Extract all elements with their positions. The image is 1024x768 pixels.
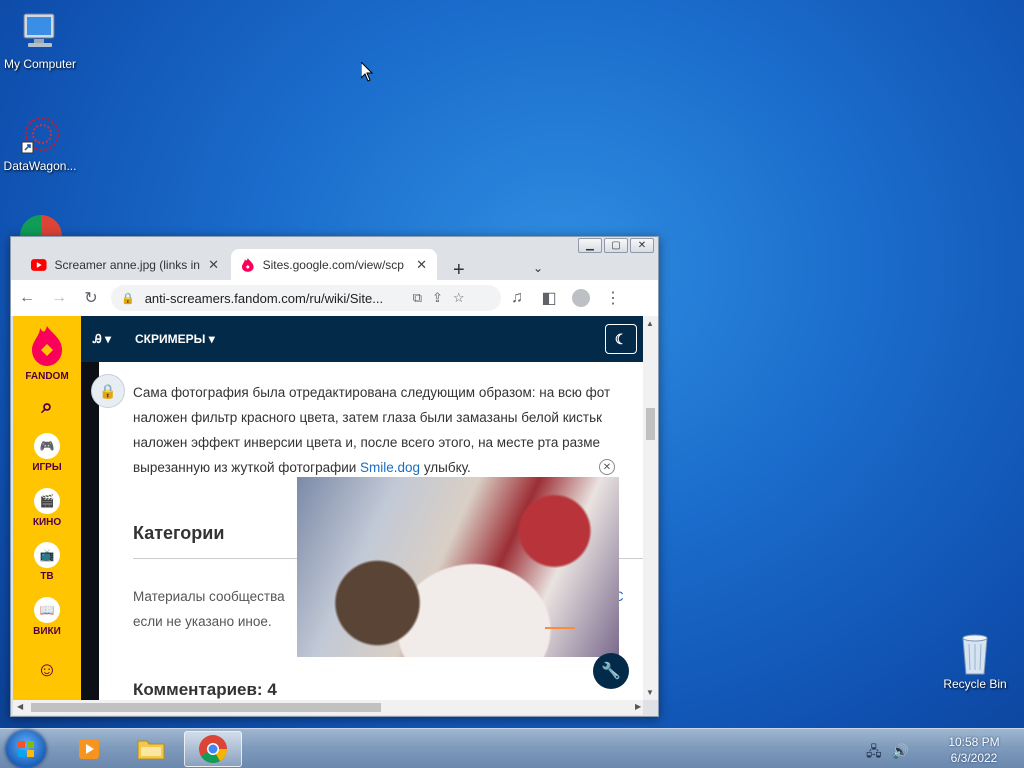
fandom-rail: FANDOM ⌕ 🎮 ИГРЫ 🎬 КИНО 📺 ТВ 📖 ВИКИ ☺ <box>13 316 81 700</box>
video-hud <box>545 627 575 633</box>
rail-item-games[interactable]: 🎮 ИГРЫ <box>13 433 81 473</box>
rail-item-label: ВИКИ <box>33 626 61 637</box>
start-button[interactable] <box>6 730 46 768</box>
rail-item-tv[interactable]: 📺 ТВ <box>13 542 81 582</box>
video-close-icon[interactable]: ✕ <box>599 459 615 475</box>
fandom-logo[interactable]: FANDOM <box>13 324 81 382</box>
fandom-logo-icon <box>32 326 62 366</box>
mouse-cursor-icon <box>361 62 373 82</box>
taskbar-explorer[interactable] <box>122 731 180 767</box>
wiki-header: Ꭿ ▾ СКРИМЕРЫ ▾ ☾ <box>81 316 643 362</box>
browser-toolbar: ← → ↻ 🔒 anti-screamers.fandom.com/ru/wik… <box>11 280 658 316</box>
rail-item-label: КИНО <box>32 517 62 528</box>
fandom-icon <box>241 258 254 272</box>
clock-date: 6/3/2022 <box>950 751 998 765</box>
chrome-desktop-icon[interactable] <box>20 215 62 237</box>
desktop-icon-label: My Computer <box>3 57 77 71</box>
desktop-icon-label: DataWagon... <box>3 159 77 173</box>
chrome-icon <box>199 735 227 763</box>
folder-icon <box>137 740 165 760</box>
tab-youtube[interactable]: Screamer anne.jpg (links in ✕ <box>21 249 229 281</box>
comments-heading: Комментариев: 4 <box>133 680 277 699</box>
taskbar: 🖧 🔊 10:58 PM 6/3/2022 <box>0 728 1024 768</box>
scroll-thumb[interactable] <box>646 408 655 440</box>
tab-close-icon[interactable]: ✕ <box>416 257 427 273</box>
wrench-icon[interactable]: 🔧 <box>593 653 629 689</box>
lock-icon[interactable]: 🔒 <box>91 374 125 408</box>
new-tab-button[interactable]: + <box>453 259 465 282</box>
rail-item-label: ТВ <box>40 571 54 582</box>
datawagon-icon <box>18 112 62 156</box>
tab-title: Screamer anne.jpg (links in <box>54 258 200 272</box>
desktop-icon-recycle-bin[interactable]: Recycle Bin <box>935 630 1015 691</box>
tab-title: Sites.google.com/view/scp <box>262 258 404 272</box>
back-button[interactable]: ← <box>11 289 43 307</box>
article-line: Сама фотография была отредактирована сле… <box>133 385 611 400</box>
rail-item-label: ИГРЫ <box>32 462 62 473</box>
scroll-down-icon[interactable]: ▼ <box>646 688 654 697</box>
gamepad-icon: 🎮 <box>34 433 60 459</box>
windows-logo-icon <box>18 741 34 757</box>
taskbar-media-player[interactable] <box>60 731 118 767</box>
media-player-icon <box>79 739 99 759</box>
browser-window: ▁ ▢ ✕ Screamer anne.jpg (links in ✕ Site… <box>10 236 659 717</box>
forward-button[interactable]: → <box>43 289 75 307</box>
network-icon[interactable]: 🖧 <box>866 743 882 759</box>
desktop-icon-my-computer[interactable]: My Computer <box>0 10 80 71</box>
rail-item-wikis[interactable]: 📖 ВИКИ <box>13 597 81 637</box>
taskbar-chrome[interactable] <box>184 731 242 767</box>
tab-strip: Screamer anne.jpg (links in ✕ Sites.goog… <box>11 245 658 282</box>
dark-mode-toggle[interactable]: ☾ <box>605 324 637 354</box>
computer-icon <box>18 10 62 54</box>
desktop-icon-label: Recycle Bin <box>943 677 1007 691</box>
tab-fandom[interactable]: Sites.google.com/view/scp ✕ <box>231 249 437 281</box>
translate-icon[interactable]: ⧉ <box>413 290 422 306</box>
rail-user-icon[interactable]: ☺ <box>13 659 81 682</box>
profile-avatar-icon[interactable] <box>565 289 597 307</box>
tab-search-chevron-icon[interactable]: ⌄ <box>533 261 543 275</box>
scroll-up-icon[interactable]: ▲ <box>646 319 654 328</box>
horizontal-scrollbar[interactable]: ◀ ▶ <box>13 700 643 715</box>
rail-item-movies[interactable]: 🎬 КИНО <box>13 488 81 528</box>
smile-dog-link[interactable]: Smile.dog <box>360 460 420 475</box>
wiki-tools-dropdown[interactable]: Ꭿ ▾ <box>93 332 111 347</box>
side-panel-icon[interactable]: ◧ <box>533 288 565 308</box>
tab-close-icon[interactable]: ✕ <box>208 257 219 273</box>
page-viewport: FANDOM ⌕ 🎮 ИГРЫ 🎬 КИНО 📺 ТВ 📖 ВИКИ ☺ Ꭿ ▾… <box>13 316 643 700</box>
book-icon: 📖 <box>34 597 60 623</box>
youtube-icon <box>31 259 47 271</box>
vertical-scrollbar[interactable]: ▲ ▼ <box>643 316 658 700</box>
moon-icon: ☾ <box>614 330 628 347</box>
fandom-brand-label: FANDOM <box>25 371 69 382</box>
site-info-icon[interactable]: 🔒 <box>121 292 135 305</box>
rail-search-icon[interactable]: ⌕ <box>13 396 81 419</box>
system-tray: 🖧 🔊 <box>866 741 909 765</box>
taskbar-clock[interactable]: 10:58 PM 6/3/2022 <box>940 734 1008 766</box>
wiki-nav-screamers[interactable]: СКРИМЕРЫ ▾ <box>135 332 215 346</box>
article-line: наложен фильтр красного цвета, затем гла… <box>133 410 603 425</box>
volume-icon[interactable]: 🔊 <box>892 743 909 759</box>
media-control-icon[interactable]: ♫ <box>501 289 533 307</box>
desktop-icon-datawagon[interactable]: DataWagon... <box>0 112 80 173</box>
film-icon: 🎬 <box>34 488 60 514</box>
scroll-right-icon[interactable]: ▶ <box>635 702 641 711</box>
article-line: наложен эффект инверсии цвета и, после в… <box>133 435 600 450</box>
categories-heading: Категории <box>133 523 225 543</box>
clock-time: 10:58 PM <box>948 735 1000 749</box>
floating-video-player[interactable] <box>297 477 619 657</box>
wiki-tools-icon: Ꭿ <box>93 331 102 346</box>
article-text: Сама фотография была отредактирована сле… <box>133 380 643 480</box>
url-text: anti-screamers.fandom.com/ru/wiki/Site..… <box>144 290 384 306</box>
scroll-left-icon[interactable]: ◀ <box>17 702 23 711</box>
share-icon[interactable]: ⇪ <box>432 290 443 306</box>
scroll-thumb[interactable] <box>31 703 381 712</box>
reload-button[interactable]: ↻ <box>75 288 107 308</box>
bookmark-star-icon[interactable]: ☆ <box>453 290 465 306</box>
recycle-bin-icon <box>953 630 997 675</box>
browser-menu-icon[interactable]: ⋮ <box>597 288 629 308</box>
page-dark-strip <box>81 316 99 700</box>
address-bar[interactable]: 🔒 anti-screamers.fandom.com/ru/wiki/Site… <box>111 285 501 311</box>
tv-icon: 📺 <box>34 542 60 568</box>
